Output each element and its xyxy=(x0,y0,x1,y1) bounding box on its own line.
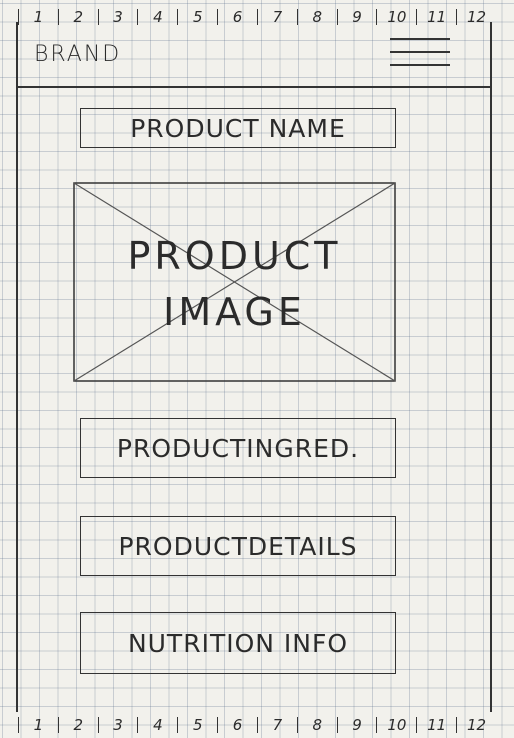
hamburger-menu-icon[interactable] xyxy=(390,34,450,82)
ruler-mark: 9 xyxy=(336,717,377,733)
ruler-mark: 3 xyxy=(97,717,138,733)
ruler-mark: 11 xyxy=(416,717,456,733)
ruler-mark: 1 xyxy=(18,717,58,733)
ruler-mark: 6 xyxy=(217,717,257,733)
ruler-mark: 10 xyxy=(376,717,416,733)
product-image-label: PRODUCT IMAGE xyxy=(127,234,342,334)
product-ingredients: PRODUCTINGRED. xyxy=(80,418,396,478)
ruler-mark: 8 xyxy=(296,717,337,733)
ruler-mark: 7 xyxy=(256,717,297,733)
ruler-mark: 2 xyxy=(57,717,98,733)
bottom-ruler: 1 2 3 4 5 6 7 8 9 10 11 12 xyxy=(18,714,496,736)
product-name: PRODUCT NAME xyxy=(80,108,396,148)
ruler-mark: 4 xyxy=(137,717,177,733)
header-bar: BRAND xyxy=(18,22,490,88)
ruler-mark: 12 xyxy=(456,717,496,733)
product-image-placeholder: PRODUCT IMAGE xyxy=(73,182,396,382)
ruler-mark: 5 xyxy=(177,717,217,733)
brand-logo[interactable]: BRAND xyxy=(34,42,121,67)
nutrition-info: NUTRITION INFO xyxy=(80,612,396,674)
product-details: PRODUCTDETAILS xyxy=(80,516,396,576)
